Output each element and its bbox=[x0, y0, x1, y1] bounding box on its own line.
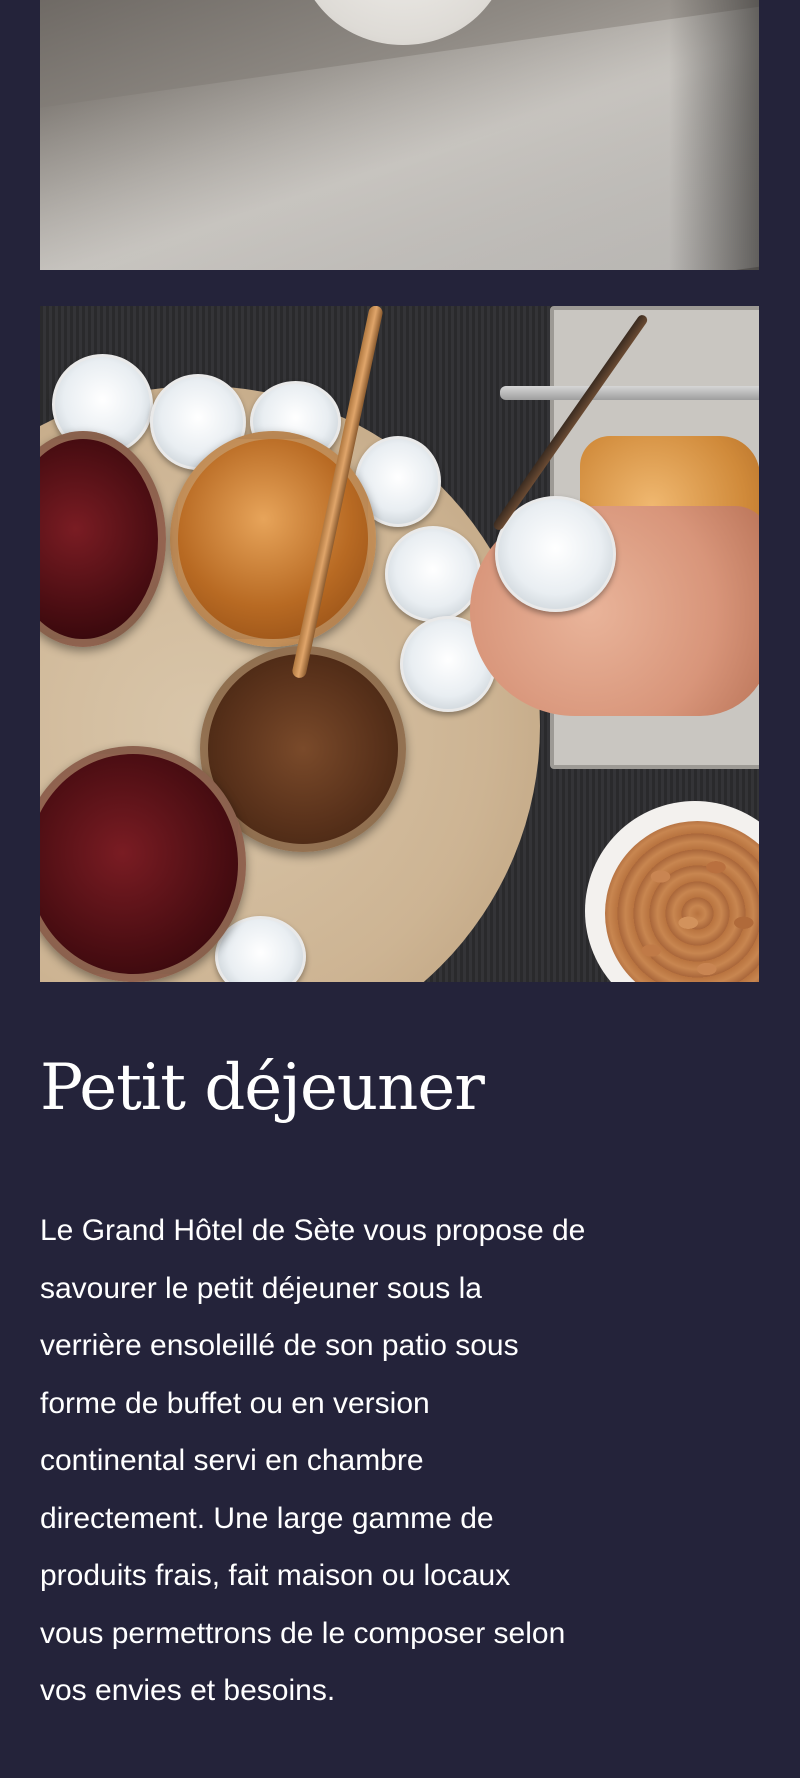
breakfast-section: Petit déjeuner Le Grand Hôtel de Sète vo… bbox=[0, 0, 800, 1778]
section-title: Petit déjeuner bbox=[40, 1051, 485, 1125]
wall-shading bbox=[40, 6, 759, 270]
ramekin bbox=[385, 526, 481, 622]
interior-photo bbox=[40, 0, 759, 270]
held-ramekin bbox=[495, 496, 616, 612]
breakfast-photo bbox=[40, 306, 759, 982]
ceiling-lamp bbox=[298, 0, 508, 45]
knife bbox=[500, 386, 759, 400]
section-description: Le Grand Hôtel de Sète vous propose de s… bbox=[40, 1214, 586, 1707]
photo-edge-shadow bbox=[669, 0, 759, 270]
